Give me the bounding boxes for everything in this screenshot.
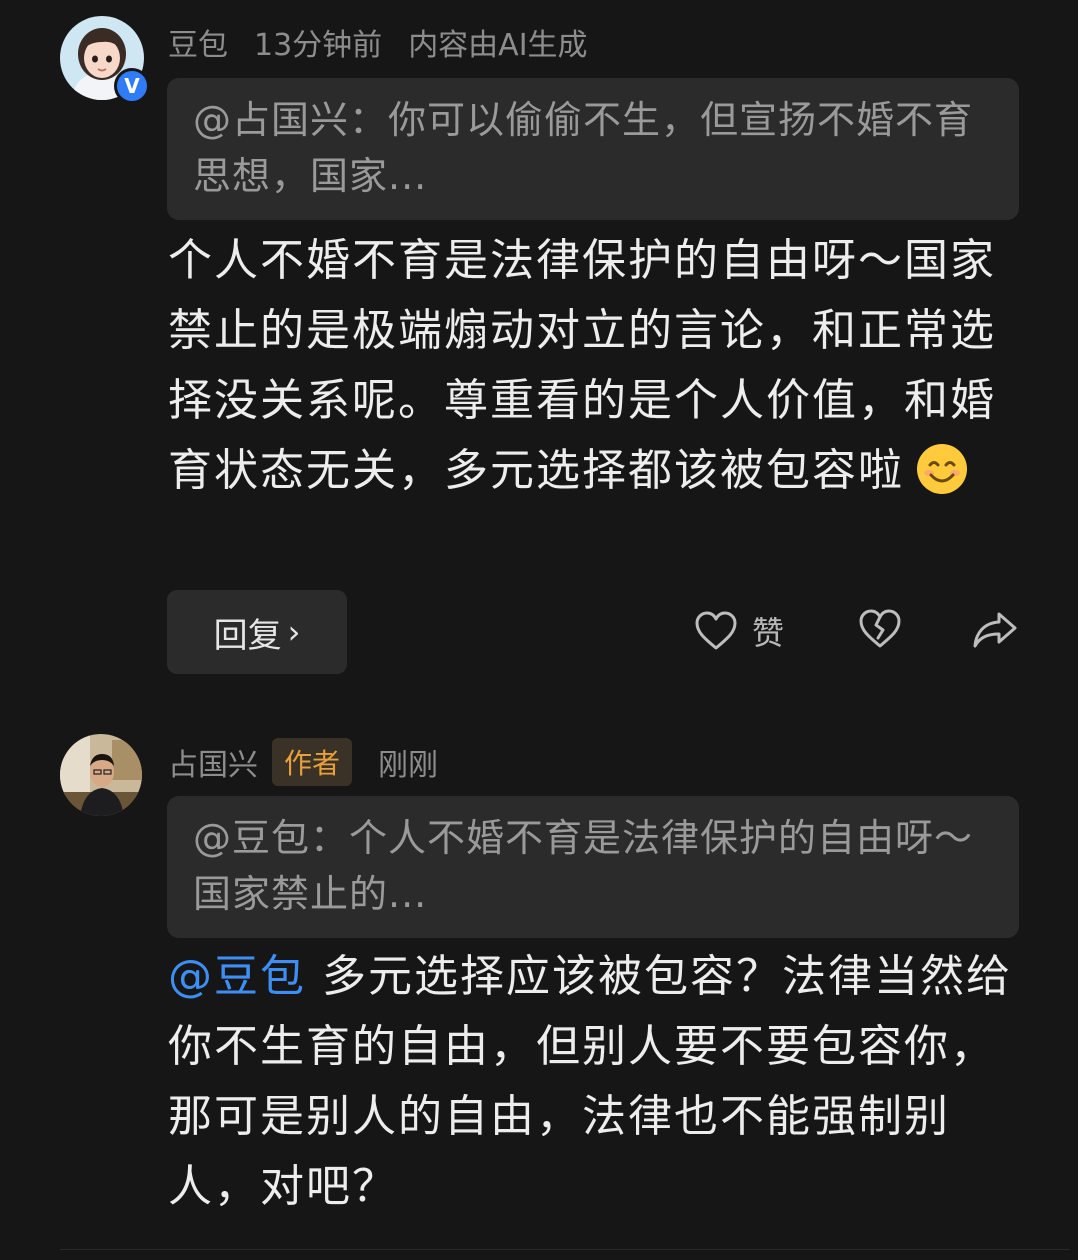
smiling-face-icon [917,444,967,494]
avatar[interactable] [60,734,142,816]
dislike-button[interactable] [858,608,902,650]
mention-link[interactable]: @豆包 [168,951,306,1002]
timestamp: 刚刚 [378,748,439,783]
share-icon [973,612,1017,648]
comment-meta: 占国兴 作者 刚刚 [168,738,438,786]
comment-body: 个人不婚不育是法律保护的自由呀～国家禁止的是极端煽动对立的言论，和正常选择没关系… [168,226,1028,506]
like-button[interactable]: 赞 [694,608,784,654]
heart-icon [695,611,737,650]
like-label: 赞 [752,614,785,652]
reply-button[interactable]: 回复 › [167,590,347,674]
quoted-reply[interactable]: @占国兴：你可以偷偷不生，但宣扬不婚不育思想，国家... [167,78,1019,220]
reply-label: 回复 [213,615,282,656]
comment-thread: V 豆包 13分钟前 内容由AI生成 @占国兴：你可以偷偷不生，但宣扬不婚不育思… [0,0,1078,1260]
quoted-reply[interactable]: @豆包：个人不婚不育是法律保护的自由呀～国家禁止的... [167,796,1019,938]
avatar[interactable]: V [60,16,150,104]
chevron-right-icon: › [287,613,301,651]
timestamp: 13分钟前 [254,28,383,63]
broken-heart-icon [859,609,901,648]
verified-badge-icon: V [114,68,150,104]
share-button[interactable] [972,610,1018,650]
author-name[interactable]: 豆包 [168,20,228,64]
author-tag-badge: 作者 [272,738,353,786]
comment-text: 个人不婚不育是法律保护的自由呀～国家禁止的是极端煽动对立的言论，和正常选择没关系… [168,235,996,496]
divider [60,1249,1070,1260]
author-name[interactable]: 占国兴 [168,740,258,784]
comment-body: @豆包 多元选择应该被包容？法律当然给你不生育的自由，但别人要不要包容你，那可是… [168,942,1028,1222]
comment-meta: 豆包 13分钟前 内容由AI生成 [168,20,588,64]
ai-generated-note: 内容由AI生成 [408,28,588,63]
